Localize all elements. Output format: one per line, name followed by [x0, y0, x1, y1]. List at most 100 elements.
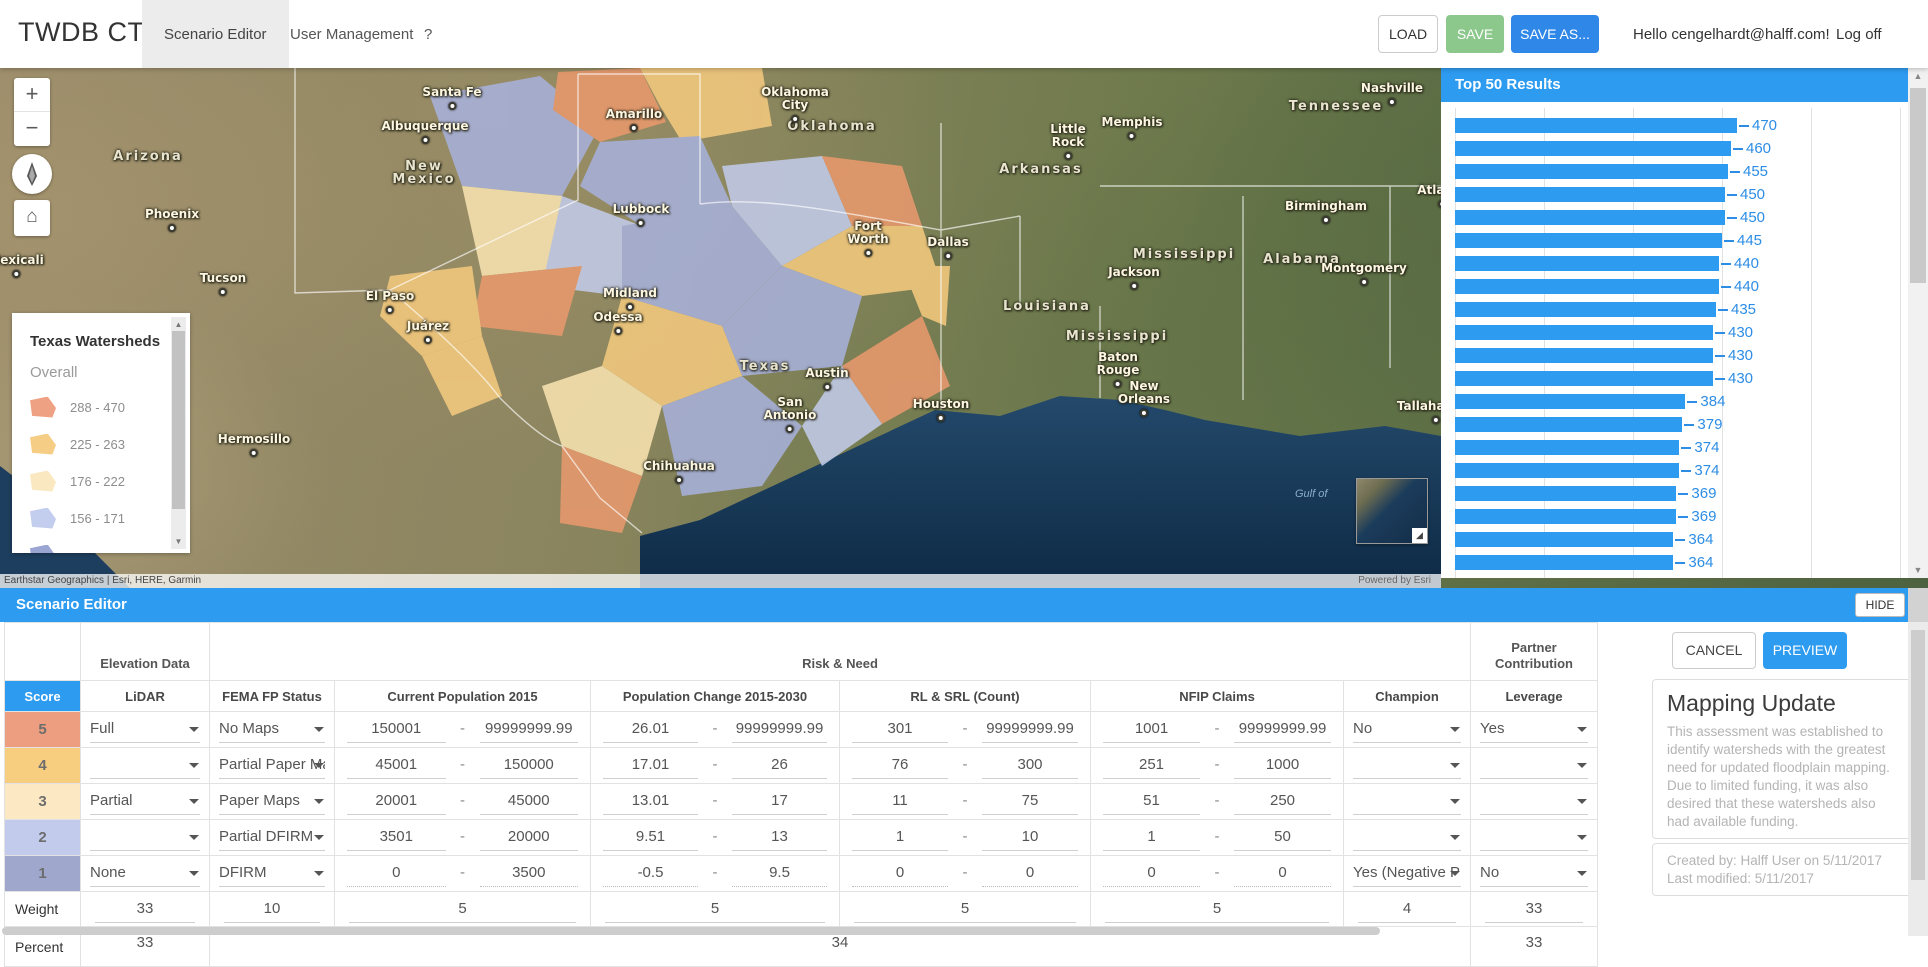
result-bar-row[interactable]: 430 — [1455, 344, 1902, 367]
leverage-dropdown[interactable]: Yes — [1480, 717, 1588, 743]
result-bar-row[interactable]: 359 — [1455, 574, 1902, 578]
fema-dropdown[interactable]: Paper Maps — [219, 789, 325, 815]
weight-input[interactable]: 5 — [1105, 897, 1329, 923]
weight-input[interactable]: 33 — [1485, 897, 1583, 923]
champion-dropdown[interactable] — [1353, 825, 1461, 851]
rl-min-input[interactable]: 301 — [852, 717, 948, 743]
result-bar[interactable] — [1455, 164, 1728, 179]
change-max-input[interactable]: 99999999.99 — [732, 717, 827, 743]
nfip-max-input[interactable]: 0 — [1234, 861, 1331, 887]
pop-min-input[interactable]: 150001 — [347, 717, 446, 743]
rl-max-input[interactable]: 75 — [982, 789, 1078, 815]
weight-input[interactable]: 4 — [1358, 897, 1456, 923]
nfip-min-input[interactable]: 251 — [1103, 753, 1200, 779]
result-bar[interactable] — [1455, 348, 1713, 363]
result-bar[interactable] — [1455, 325, 1713, 340]
lidar-dropdown[interactable]: None — [90, 861, 200, 887]
result-bar[interactable] — [1455, 417, 1682, 432]
result-bar-row[interactable]: 364 — [1455, 528, 1902, 551]
result-bar-row[interactable]: 374 — [1455, 436, 1902, 459]
change-min-input[interactable]: 9.51 — [603, 825, 698, 851]
champion-dropdown[interactable] — [1353, 789, 1461, 815]
lidar-dropdown[interactable]: Full — [90, 717, 200, 743]
result-bar-row[interactable]: 460 — [1455, 137, 1902, 160]
tab-scenario-editor[interactable]: Scenario Editor — [142, 0, 289, 68]
load-button[interactable]: LOAD — [1378, 15, 1438, 53]
champion-dropdown[interactable] — [1353, 753, 1461, 779]
leverage-dropdown[interactable]: No — [1480, 861, 1588, 887]
rl-min-input[interactable]: 1 — [852, 825, 948, 851]
inset-expand-icon[interactable]: ◢ — [1412, 528, 1427, 543]
horizontal-scrollbar-thumb[interactable] — [2, 927, 1380, 935]
result-bar-row[interactable]: 379 — [1455, 413, 1902, 436]
result-bar[interactable] — [1455, 371, 1713, 386]
result-bar[interactable] — [1455, 440, 1679, 455]
save-button[interactable]: SAVE — [1446, 15, 1504, 53]
result-bar-row[interactable]: 430 — [1455, 367, 1902, 390]
result-bar[interactable] — [1455, 187, 1725, 202]
results-scroll-thumb[interactable] — [1910, 88, 1926, 283]
pop-max-input[interactable]: 20000 — [480, 825, 579, 851]
pop-min-input[interactable]: 45001 — [347, 753, 446, 779]
rl-max-input[interactable]: 99999999.99 — [982, 717, 1078, 743]
fema-dropdown[interactable]: Partial Paper Ma — [219, 753, 325, 779]
save-as-button[interactable]: SAVE AS... — [1511, 15, 1599, 53]
result-bar[interactable] — [1455, 486, 1676, 501]
overview-inset-map[interactable]: ◢ — [1356, 478, 1428, 544]
result-bar-row[interactable]: 440 — [1455, 252, 1902, 275]
results-scrollbar[interactable]: ▲ ▼ — [1908, 68, 1928, 578]
cancel-button[interactable]: CANCEL — [1672, 632, 1756, 669]
result-bar-row[interactable]: 435 — [1455, 298, 1902, 321]
rl-max-input[interactable]: 300 — [982, 753, 1078, 779]
pop-min-input[interactable]: 0 — [347, 861, 446, 887]
change-min-input[interactable]: 26.01 — [603, 717, 698, 743]
result-bar[interactable] — [1455, 256, 1719, 271]
rl-max-input[interactable]: 0 — [982, 861, 1078, 887]
rl-min-input[interactable]: 0 — [852, 861, 948, 887]
help-tab[interactable]: ? — [402, 0, 454, 68]
fema-dropdown[interactable]: DFIRM — [219, 861, 325, 887]
page-scroll-thumb[interactable] — [1911, 630, 1925, 880]
nfip-min-input[interactable]: 0 — [1103, 861, 1200, 887]
change-min-input[interactable]: 13.01 — [603, 789, 698, 815]
result-bar[interactable] — [1455, 302, 1716, 317]
preview-button[interactable]: PREVIEW — [1763, 632, 1847, 669]
legend-scroll-thumb[interactable] — [172, 331, 185, 509]
nfip-min-input[interactable]: 1001 — [1103, 717, 1200, 743]
results-scroll-down-icon[interactable]: ▼ — [1908, 565, 1928, 575]
result-bar-row[interactable]: 374 — [1455, 459, 1902, 482]
nfip-max-input[interactable]: 1000 — [1234, 753, 1331, 779]
result-bar-row[interactable]: 369 — [1455, 505, 1902, 528]
fema-dropdown[interactable]: No Maps — [219, 717, 325, 743]
change-max-input[interactable]: 9.5 — [732, 861, 827, 887]
lidar-dropdown[interactable] — [90, 825, 200, 851]
nfip-min-input[interactable]: 1 — [1103, 825, 1200, 851]
pop-min-input[interactable]: 20001 — [347, 789, 446, 815]
champion-dropdown[interactable]: No — [1353, 717, 1461, 743]
result-bar[interactable] — [1455, 210, 1725, 225]
log-off-link[interactable]: Log off — [1836, 26, 1882, 43]
pop-max-input[interactable]: 3500 — [480, 861, 579, 887]
results-scroll-up-icon[interactable]: ▲ — [1908, 71, 1928, 81]
leverage-dropdown[interactable] — [1480, 753, 1588, 779]
pop-max-input[interactable]: 150000 — [480, 753, 579, 779]
result-bar-row[interactable]: 430 — [1455, 321, 1902, 344]
result-bar[interactable] — [1455, 233, 1722, 248]
result-bar[interactable] — [1455, 141, 1731, 156]
hide-button[interactable]: HIDE — [1855, 593, 1905, 617]
weight-input[interactable]: 5 — [349, 897, 576, 923]
nfip-max-input[interactable]: 99999999.99 — [1234, 717, 1331, 743]
legend-scroll-up-icon[interactable]: ▲ — [171, 320, 186, 329]
zoom-out-button[interactable]: − — [14, 112, 50, 146]
result-bar-row[interactable]: 470 — [1455, 114, 1902, 137]
weight-input[interactable]: 10 — [224, 897, 320, 923]
pop-max-input[interactable]: 45000 — [480, 789, 579, 815]
result-bar-row[interactable]: 455 — [1455, 160, 1902, 183]
pop-min-input[interactable]: 3501 — [347, 825, 446, 851]
result-bar[interactable] — [1455, 555, 1673, 570]
result-bar[interactable] — [1455, 532, 1673, 547]
result-bar[interactable] — [1455, 394, 1685, 409]
leverage-dropdown[interactable] — [1480, 789, 1588, 815]
result-bar[interactable] — [1455, 118, 1737, 133]
lidar-dropdown[interactable] — [90, 753, 200, 779]
